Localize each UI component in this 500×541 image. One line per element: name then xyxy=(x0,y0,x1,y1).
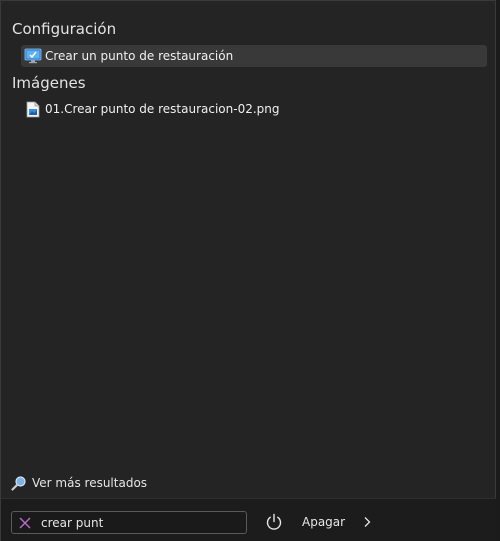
close-icon[interactable] xyxy=(16,514,34,532)
result-label: Crear un punto de restauración xyxy=(45,49,234,63)
shutdown-button[interactable]: Apagar xyxy=(264,511,345,533)
background-window-edge xyxy=(496,0,500,541)
result-image-file[interactable]: 01.Crear punto de restauracion-02.png xyxy=(21,98,487,120)
search-icon xyxy=(11,475,27,491)
system-restore-icon xyxy=(24,47,42,65)
search-footer: Apagar xyxy=(1,498,497,541)
search-results-panel: Configuración Crear un punto de restaura… xyxy=(0,0,497,541)
start-search-window: Configuración Crear un punto de restaura… xyxy=(0,0,500,541)
see-more-results-label: Ver más resultados xyxy=(32,476,148,490)
image-file-icon xyxy=(24,100,42,118)
search-box[interactable] xyxy=(11,511,247,534)
search-input[interactable] xyxy=(41,515,246,530)
result-create-restore-point[interactable]: Crear un punto de restauración xyxy=(21,45,487,67)
power-icon xyxy=(264,512,284,532)
section-title-settings: Configuración xyxy=(12,20,117,38)
shutdown-label: Apagar xyxy=(302,515,346,529)
result-label: 01.Crear punto de restauracion-02.png xyxy=(45,102,280,116)
section-title-images: Imágenes xyxy=(12,74,86,92)
see-more-results-link[interactable]: Ver más resultados xyxy=(11,474,147,492)
chevron-right-icon[interactable] xyxy=(358,512,376,532)
